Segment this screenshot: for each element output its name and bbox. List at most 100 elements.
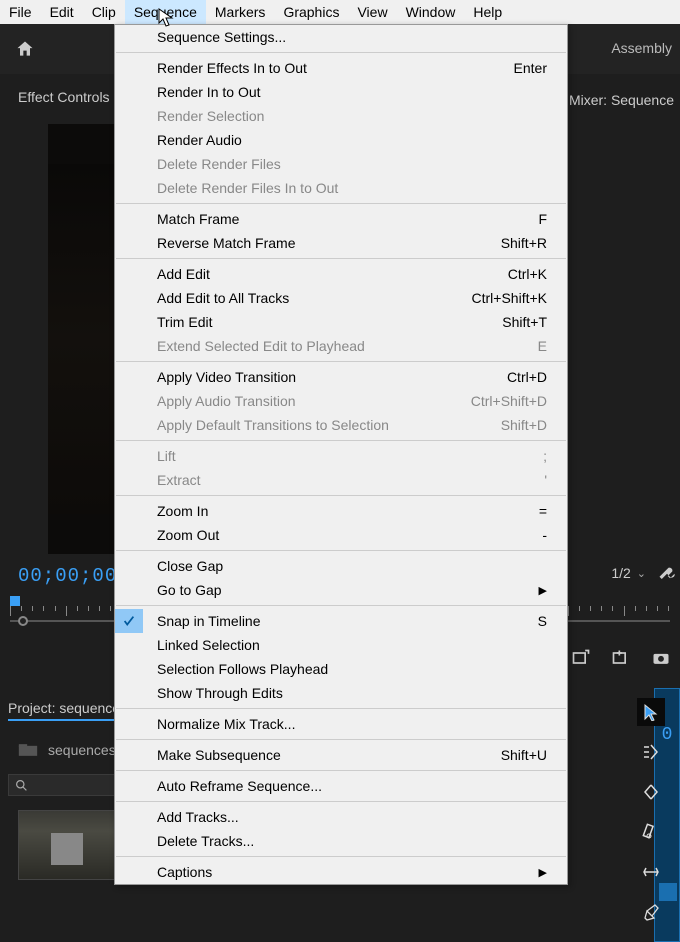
selection-tool[interactable] <box>637 698 665 726</box>
track-select-tool[interactable] <box>637 738 665 766</box>
menu-separator <box>116 258 566 259</box>
menu-item-label: Extract <box>157 472 201 488</box>
menu-item-label: Captions <box>157 864 212 880</box>
menu-item-match-frame[interactable]: Match FrameF <box>115 207 567 231</box>
menubar-item-window[interactable]: Window <box>397 0 465 24</box>
menu-item-apply-video-transition[interactable]: Apply Video TransitionCtrl+D <box>115 365 567 389</box>
tab-audio-track-mixer[interactable]: Mixer: Sequence <box>569 92 674 108</box>
menu-item-snap-in-timeline[interactable]: Snap in TimelineS <box>115 609 567 633</box>
track-icon <box>642 743 660 761</box>
menu-item-captions[interactable]: Captions▶ <box>115 860 567 884</box>
tab-effect-controls[interactable]: Effect Controls <box>8 84 120 110</box>
menu-item-show-through-edits[interactable]: Show Through Edits <box>115 681 567 705</box>
insert-icon[interactable] <box>610 648 632 668</box>
pen-tool[interactable] <box>637 898 665 926</box>
menubar: FileEditClipSequenceMarkersGraphicsViewW… <box>0 0 680 24</box>
menu-item-add-edit-to-all-tracks[interactable]: Add Edit to All Tracks Ctrl+Shift+K <box>115 286 567 310</box>
settings-icon[interactable] <box>658 564 676 582</box>
menu-item-render-selection: Render Selection <box>115 104 567 128</box>
ripple-edit-tool[interactable] <box>637 778 665 806</box>
resolution-value: 1/2 <box>611 565 630 581</box>
menu-item-add-tracks[interactable]: Add Tracks... <box>115 805 567 829</box>
menu-separator <box>116 361 566 362</box>
menu-shortcut: Shift+R <box>501 235 547 251</box>
menu-item-render-in-to-out[interactable]: Render In to Out <box>115 80 567 104</box>
menu-item-label: Render Audio <box>157 132 242 148</box>
menu-item-label: Delete Tracks... <box>157 833 254 849</box>
menu-item-label: Trim Edit <box>157 314 212 330</box>
menu-item-label: Snap in Timeline <box>157 613 261 629</box>
clip-thumbnail[interactable] <box>18 810 116 880</box>
bin-row[interactable]: sequences <box>18 742 116 758</box>
menu-item-label: Match Frame <box>157 211 239 227</box>
menu-item-zoom-out[interactable]: Zoom Out- <box>115 523 567 547</box>
menubar-item-clip[interactable]: Clip <box>83 0 125 24</box>
chevron-down-icon: ⌄ <box>637 567 646 580</box>
menu-item-label: Sequence Settings... <box>157 29 286 45</box>
menu-item-delete-render-files: Delete Render Files <box>115 152 567 176</box>
menu-item-selection-follows-playhead[interactable]: Selection Follows Playhead <box>115 657 567 681</box>
menu-item-label: Render In to Out <box>157 84 261 100</box>
menu-item-linked-selection[interactable]: Linked Selection <box>115 633 567 657</box>
menu-item-reverse-match-frame[interactable]: Reverse Match FrameShift+R <box>115 231 567 255</box>
menu-separator <box>116 440 566 441</box>
menubar-item-markers[interactable]: Markers <box>206 0 275 24</box>
bin-icon <box>18 743 38 757</box>
menu-item-normalize-mix-track[interactable]: Normalize Mix Track... <box>115 712 567 736</box>
menu-shortcut: Ctrl+Shift+K <box>472 290 547 306</box>
menu-separator <box>116 856 566 857</box>
menu-item-add-edit[interactable]: Add EditCtrl+K <box>115 262 567 286</box>
menu-item-label: Zoom In <box>157 503 208 519</box>
playback-resolution-dropdown[interactable]: 1/2 ⌄ <box>611 565 646 581</box>
slip-tool[interactable] <box>637 858 665 886</box>
menu-item-label: Extend Selected Edit to Playhead <box>157 338 365 354</box>
menubar-item-file[interactable]: File <box>0 0 41 24</box>
menu-item-label: Go to Gap <box>157 582 222 598</box>
menu-shortcut: Ctrl+Shift+D <box>471 393 547 409</box>
razor-tool[interactable] <box>637 818 665 846</box>
slip-icon <box>642 863 660 881</box>
export-frame-icon[interactable] <box>570 648 592 668</box>
menu-item-label: Delete Render Files <box>157 156 281 172</box>
camera-icon[interactable] <box>650 648 672 668</box>
menubar-item-sequence[interactable]: Sequence <box>125 0 206 24</box>
tool-palette <box>636 698 666 926</box>
menu-item-delete-tracks[interactable]: Delete Tracks... <box>115 829 567 853</box>
scrub-handle[interactable] <box>18 616 28 626</box>
menu-shortcut: ; <box>543 448 547 464</box>
project-panel-title[interactable]: Project: sequence <box>8 700 120 721</box>
menu-item-label: Render Selection <box>157 108 264 124</box>
menu-item-auto-reframe-sequence[interactable]: Auto Reframe Sequence... <box>115 774 567 798</box>
menubar-item-help[interactable]: Help <box>464 0 511 24</box>
menubar-item-graphics[interactable]: Graphics <box>274 0 348 24</box>
menu-shortcut: Ctrl+D <box>507 369 547 385</box>
menu-item-extend-selected-edit-to-playhead: Extend Selected Edit to PlayheadE <box>115 334 567 358</box>
menu-item-label: Add Edit <box>157 266 210 282</box>
thumbnail-image <box>51 833 83 865</box>
menubar-item-view[interactable]: View <box>348 0 396 24</box>
menu-item-close-gap[interactable]: Close Gap <box>115 554 567 578</box>
home-icon[interactable] <box>14 39 36 59</box>
menu-item-zoom-in[interactable]: Zoom In = <box>115 499 567 523</box>
menu-separator <box>116 770 566 771</box>
menu-item-render-effects-in-to-out[interactable]: Render Effects In to OutEnter <box>115 56 567 80</box>
menu-item-label: Make Subsequence <box>157 747 281 763</box>
transport-utility-icons <box>570 648 672 668</box>
menu-item-label: Add Edit to All Tracks <box>157 290 289 306</box>
menubar-item-edit[interactable]: Edit <box>41 0 83 24</box>
menu-shortcut: ' <box>544 472 547 488</box>
menu-separator <box>116 550 566 551</box>
workspace-tab-assembly[interactable]: Assembly <box>611 40 672 56</box>
menu-item-label: Zoom Out <box>157 527 219 543</box>
ripple-icon <box>642 783 660 801</box>
menu-item-go-to-gap[interactable]: Go to Gap▶ <box>115 578 567 602</box>
menu-item-render-audio[interactable]: Render Audio <box>115 128 567 152</box>
bin-name: sequences <box>48 742 116 758</box>
menu-shortcut: = <box>539 503 547 519</box>
menu-item-sequence-settings[interactable]: Sequence Settings... <box>115 25 567 49</box>
menu-item-make-subsequence[interactable]: Make SubsequenceShift+U <box>115 743 567 767</box>
menu-item-trim-edit[interactable]: Trim EditShift+T <box>115 310 567 334</box>
menu-item-label: Auto Reframe Sequence... <box>157 778 322 794</box>
arrow-icon <box>642 703 660 721</box>
sequence-menu-dropdown: Sequence Settings... Render Effects In to… <box>114 24 568 885</box>
